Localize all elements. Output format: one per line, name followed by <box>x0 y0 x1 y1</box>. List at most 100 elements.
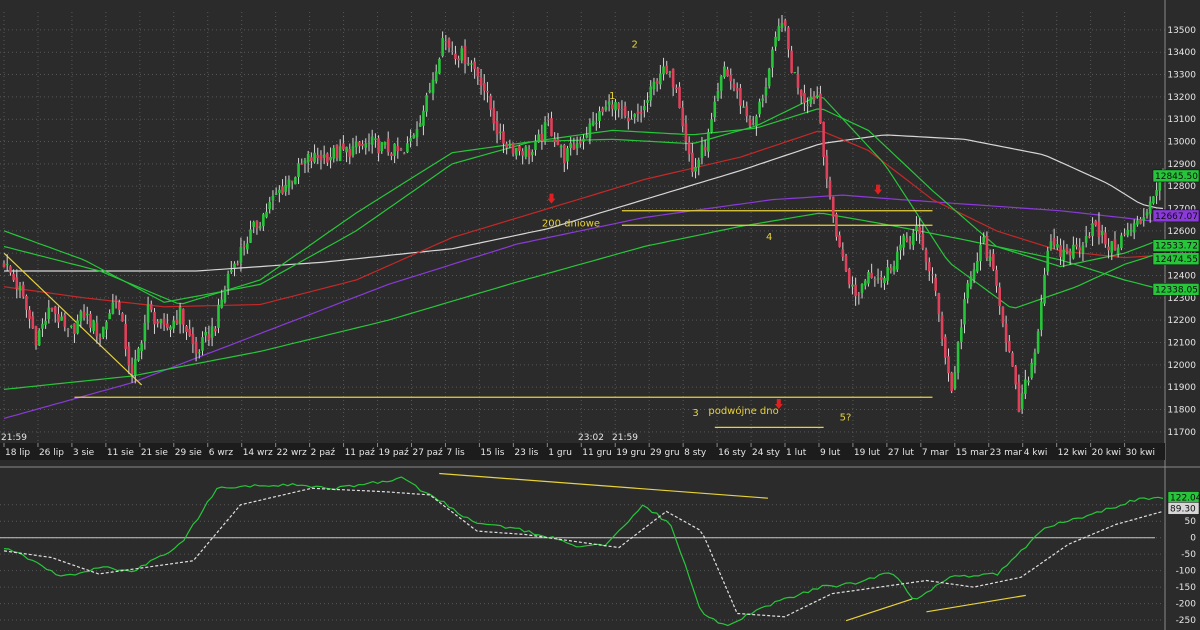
candle-body <box>847 268 851 285</box>
candle-body <box>454 53 457 59</box>
candle-body <box>985 236 989 259</box>
candle-body <box>694 166 697 172</box>
candle-body <box>889 268 893 271</box>
chart-annotation: podwójne dno <box>708 405 778 417</box>
candle-body <box>595 123 598 125</box>
candle-body <box>393 143 396 156</box>
candle-body <box>332 148 336 159</box>
candle-body <box>534 140 537 150</box>
candle-body <box>130 364 134 374</box>
candle-body <box>1008 340 1011 352</box>
candle-body <box>806 104 809 106</box>
candle-body <box>121 313 124 322</box>
price-tick-label: 12600 <box>1167 227 1196 237</box>
candle-body <box>892 266 896 272</box>
candle-body <box>921 234 925 249</box>
candle-body <box>1027 380 1030 383</box>
candle-body <box>1020 393 1024 409</box>
candle-body <box>966 283 969 299</box>
candle-body <box>546 119 550 121</box>
candle-body <box>726 69 729 77</box>
candle-body <box>825 155 829 179</box>
candle-body <box>73 323 76 335</box>
candle-body <box>799 90 803 97</box>
candle-body <box>636 111 640 115</box>
candle-body <box>751 123 755 125</box>
candle-body <box>444 41 448 43</box>
candle-body <box>57 314 60 323</box>
candle-body <box>1145 212 1149 216</box>
candle-body <box>76 320 79 334</box>
candle-body <box>972 269 976 280</box>
candle-body <box>822 121 825 158</box>
candle-body <box>931 274 934 276</box>
candle-body <box>15 277 19 289</box>
date-tick-label: 2 paź <box>311 448 336 458</box>
candle-body <box>342 143 345 150</box>
candle-body <box>1059 245 1062 257</box>
candle-body <box>233 263 236 268</box>
candle-body <box>47 307 51 320</box>
candle-body <box>783 20 787 27</box>
candle-body <box>1132 223 1136 233</box>
oscillator-badges: 122.0489.30 <box>1167 491 1200 515</box>
price-badge-label: 12667.07 <box>1155 212 1198 222</box>
candle-body <box>655 80 659 84</box>
candle-body <box>755 116 758 127</box>
candle-body <box>1107 246 1110 251</box>
candle-body <box>1062 249 1066 261</box>
candle-body <box>742 106 745 108</box>
candle-body <box>1024 379 1027 394</box>
candle-body <box>12 273 15 281</box>
candle-body <box>2 263 6 268</box>
candle-body <box>1043 274 1046 304</box>
candle-body <box>89 313 92 328</box>
candle-body <box>611 104 614 109</box>
candle-body <box>774 36 777 47</box>
candle-body <box>992 253 995 270</box>
candle-body <box>831 196 835 217</box>
price-tick-label: 12900 <box>1167 160 1196 170</box>
chart-annotation: 4 <box>766 232 772 243</box>
candle-body <box>281 186 284 194</box>
oscillator-tick-label: -200 <box>1176 600 1197 610</box>
candle-body <box>998 287 1002 307</box>
candle-body <box>601 108 605 112</box>
candle-body <box>879 277 883 280</box>
candle-body <box>1017 382 1021 412</box>
candle-body <box>230 270 233 273</box>
date-tick-label: 19 gru <box>616 448 645 458</box>
candle-body <box>5 264 9 266</box>
candle-body <box>943 336 947 358</box>
candle-body <box>457 58 460 61</box>
candle-body <box>697 159 701 168</box>
candle-body <box>447 38 451 48</box>
date-tick-label: 27 paź <box>412 448 443 458</box>
candle-body <box>540 133 544 141</box>
candle-body <box>348 149 352 157</box>
candle-body <box>146 304 150 323</box>
candle-body <box>431 79 435 94</box>
candle-body <box>1046 250 1050 272</box>
candle-body <box>761 98 765 101</box>
candle-body <box>857 293 861 295</box>
candle-body <box>428 90 432 93</box>
candle-body <box>915 225 918 231</box>
candle-body <box>662 66 665 75</box>
candle-body <box>473 61 476 70</box>
candle-body <box>460 48 464 61</box>
candle-body <box>1100 230 1104 236</box>
candle-body <box>165 323 169 329</box>
candle-body <box>659 73 662 85</box>
candle-body <box>402 153 406 155</box>
candle-body <box>258 226 262 229</box>
candle-body <box>1081 245 1085 253</box>
candle-body <box>111 302 115 314</box>
candle-body <box>169 326 172 330</box>
candle-body <box>252 222 256 227</box>
candle-body <box>982 237 986 243</box>
price-tick-label: 13500 <box>1167 26 1196 36</box>
candle-body <box>719 76 723 91</box>
candle-body <box>1084 236 1088 243</box>
candle-body <box>34 325 38 346</box>
